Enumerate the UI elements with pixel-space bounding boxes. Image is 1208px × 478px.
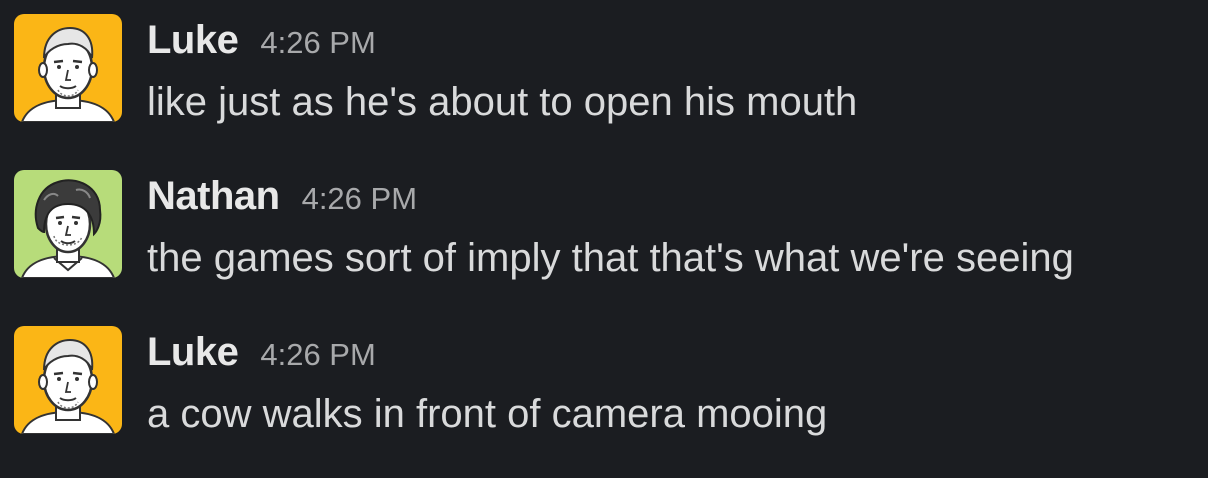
message-content: Luke 4:26 PM like just as he's about to … xyxy=(147,14,1204,130)
luke-avatar[interactable] xyxy=(14,14,122,122)
author-name[interactable]: Luke xyxy=(147,326,239,378)
message-text: the games sort of imply that that's what… xyxy=(147,236,1074,280)
message-header: Luke 4:26 PM xyxy=(147,14,1204,66)
luke-avatar-icon xyxy=(14,326,122,434)
message-header: Nathan 4:26 PM xyxy=(147,170,1204,222)
timestamp[interactable]: 4:26 PM xyxy=(260,329,375,381)
message-text: like just as he's about to open his mout… xyxy=(147,80,858,124)
message-item: Luke 4:26 PM like just as he's about to … xyxy=(14,14,1204,124)
message-content: Nathan 4:26 PM the games sort of imply t… xyxy=(147,170,1204,286)
message-item: Nathan 4:26 PM the games sort of imply t… xyxy=(14,170,1204,280)
message-content: Luke 4:26 PM a cow walks in front of cam… xyxy=(147,326,1204,442)
message-text: a cow walks in front of camera mooing xyxy=(147,392,828,436)
author-name[interactable]: Nathan xyxy=(147,170,280,222)
timestamp[interactable]: 4:26 PM xyxy=(302,173,417,225)
message-header: Luke 4:26 PM xyxy=(147,326,1204,378)
timestamp[interactable]: 4:26 PM xyxy=(260,17,375,69)
nathan-avatar-icon xyxy=(14,170,122,278)
luke-avatar[interactable] xyxy=(14,326,122,434)
nathan-avatar[interactable] xyxy=(14,170,122,278)
message-item: Luke 4:26 PM a cow walks in front of cam… xyxy=(14,326,1204,436)
author-name[interactable]: Luke xyxy=(147,14,239,66)
luke-avatar-icon xyxy=(14,14,122,122)
